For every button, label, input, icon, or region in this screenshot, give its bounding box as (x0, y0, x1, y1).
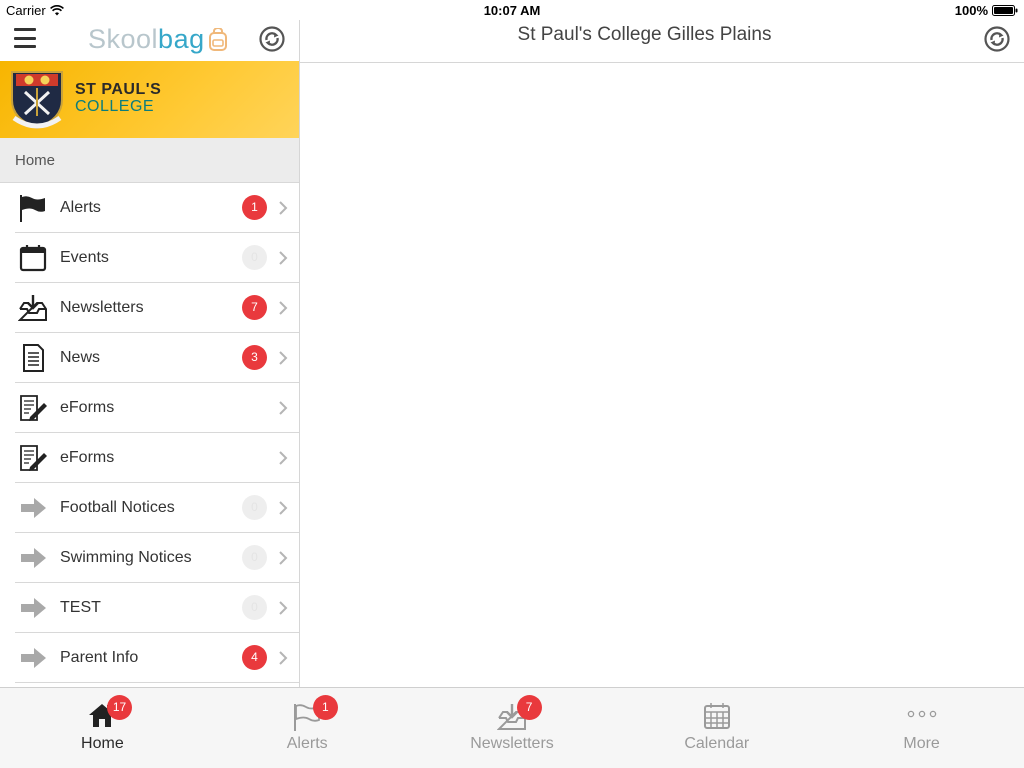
chevron-right-icon (279, 351, 288, 365)
main-content-area (300, 63, 1024, 687)
notification-badge: 1 (242, 195, 267, 220)
arrow-right-icon (17, 592, 49, 624)
chevron-right-icon (279, 501, 288, 515)
sidebar-item-label: Parent Info (60, 648, 139, 666)
tab-label: Newsletters (470, 735, 554, 752)
sync-icon[interactable] (984, 26, 1010, 52)
chevron-right-icon (279, 451, 288, 465)
flag-icon (17, 192, 49, 224)
tab-calendar[interactable]: Calendar (614, 688, 819, 768)
tab-label: Home (81, 735, 124, 752)
battery-percent: 100% (954, 3, 988, 18)
notification-badge: 0 (242, 595, 267, 620)
sidebar-item-test[interactable]: TEST 0 (15, 583, 299, 633)
tab-newsletters[interactable]: 7 Newsletters (410, 688, 615, 768)
notification-badge: 7 (516, 695, 542, 720)
chevron-right-icon (279, 601, 288, 615)
notification-badge: 0 (242, 545, 267, 570)
sidebar-item-label: Alerts (60, 198, 101, 216)
tab-home[interactable]: 17 Home (0, 688, 205, 768)
arrow-right-icon (17, 642, 49, 674)
flag-icon (205, 702, 410, 732)
sidebar-item-football-notices[interactable]: Football Notices 0 (15, 483, 299, 533)
status-bar: Carrier 10:07 AM 100% (0, 0, 1024, 20)
hamburger-menu-icon[interactable] (14, 28, 36, 48)
notification-badge: 3 (242, 345, 267, 370)
tab-bar: 17 Home 1 Alerts 7 Newsletters Calendar … (0, 687, 1024, 768)
section-header-home: Home (0, 138, 299, 183)
sidebar-item-label: eForms (60, 398, 115, 416)
backpack-icon (208, 27, 227, 51)
sidebar-item-news[interactable]: News 3 (15, 333, 299, 383)
notification-badge: 4 (242, 645, 267, 670)
skoolbag-logo: Skool bag (88, 24, 228, 55)
sidebar-item-label: TEST (60, 598, 101, 616)
sidebar-item-parent-info[interactable]: Parent Info 4 (15, 633, 299, 683)
battery-indicator: 100% (955, 3, 1018, 18)
sidebar-item-label: Swimming Notices (60, 548, 192, 566)
sidebar-item-events[interactable]: Events 0 (15, 233, 299, 283)
tab-alerts[interactable]: 1 Alerts (205, 688, 410, 768)
arrow-right-icon (17, 542, 49, 574)
tab-label: Alerts (286, 735, 328, 752)
page-title: St Paul's College Gilles Plains (517, 24, 772, 45)
calendar-icon (17, 242, 49, 274)
inbox-download-icon (410, 702, 615, 732)
sidebar-item-eforms-2[interactable]: eForms (15, 433, 299, 483)
school-name: ST PAUL'S COLLEGE (75, 81, 162, 115)
school-banner: ST PAUL'S COLLEGE (0, 61, 299, 138)
notification-badge: 17 (107, 695, 132, 720)
chevron-right-icon (279, 551, 288, 565)
sidebar-item-newsletters[interactable]: Newsletters 7 (15, 283, 299, 333)
document-icon (17, 342, 49, 374)
chevron-right-icon (279, 401, 288, 415)
status-time: 10:07 AM (483, 3, 541, 18)
notification-badge: 1 (312, 695, 338, 720)
notification-badge: 0 (242, 245, 267, 270)
chevron-right-icon (279, 201, 288, 215)
inbox-download-icon (17, 292, 49, 324)
form-edit-icon (17, 392, 49, 424)
chevron-right-icon (279, 251, 288, 265)
sidebar-header: Skool bag (0, 20, 299, 61)
sidebar-item-label: eForms (60, 448, 115, 466)
more-dots-icon (819, 702, 1024, 719)
school-crest-logo (11, 71, 63, 130)
sidebar: Skool bag ST PAUL'S COLLEGE Home Alerts … (0, 20, 300, 687)
sidebar-item-label: News (60, 348, 101, 366)
home-icon (0, 702, 205, 728)
tab-label: Calendar (684, 735, 750, 752)
notification-badge: 7 (242, 295, 267, 320)
sidebar-item-eforms[interactable]: eForms (15, 383, 299, 433)
sync-icon[interactable] (259, 26, 285, 52)
sidebar-item-label: Events (60, 248, 109, 266)
chevron-right-icon (279, 651, 288, 665)
form-edit-icon (17, 442, 49, 474)
sidebar-menu: Alerts 1 Events 0 Newsletters 7 News 3 e… (0, 183, 299, 683)
arrow-right-icon (17, 492, 49, 524)
tab-more[interactable]: More (819, 688, 1024, 768)
sidebar-item-label: Football Notices (60, 498, 175, 516)
main-header: St Paul's College Gilles Plains (300, 20, 1024, 63)
tab-label: More (903, 735, 940, 752)
chevron-right-icon (279, 301, 288, 315)
sidebar-item-swimming-notices[interactable]: Swimming Notices 0 (15, 533, 299, 583)
notification-badge: 0 (242, 495, 267, 520)
sidebar-item-alerts[interactable]: Alerts 1 (15, 183, 299, 233)
calendar-icon (614, 702, 819, 730)
sidebar-item-label: Newsletters (60, 298, 144, 316)
battery-icon (992, 5, 1018, 16)
